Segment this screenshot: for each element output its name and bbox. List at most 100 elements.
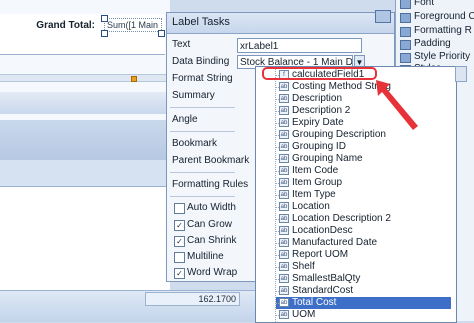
bookmark-link[interactable]: Bookmark — [172, 138, 217, 149]
field-list-item[interactable]: ab Item Group — [275, 177, 451, 189]
field-name: Item Group — [292, 177, 343, 188]
field-name: Total Cost — [292, 297, 337, 308]
field-name: Grouping ID — [292, 141, 346, 152]
sum-label-control[interactable]: Sum([1 Main D — [104, 18, 162, 32]
field-list-item[interactable]: ab Grouping ID — [275, 141, 451, 153]
field-list-item[interactable]: ab SmallestBalQty — [275, 273, 451, 285]
field-list-item[interactable]: ab LocationDesc — [275, 225, 451, 237]
property-label: Formatting R — [414, 25, 472, 36]
formatting-rules-link[interactable]: Formatting Rules — [172, 179, 248, 190]
band-area[interactable] — [0, 120, 170, 160]
format-string-link[interactable]: Format String — [172, 73, 233, 84]
text-label: Text — [172, 39, 191, 50]
text-field-icon: ab — [279, 142, 289, 151]
summary-link[interactable]: Summary — [172, 90, 215, 101]
divider — [170, 196, 235, 197]
field-list-item[interactable]: ab Description — [275, 93, 451, 105]
band-detail[interactable] — [0, 186, 170, 291]
field-list-item[interactable]: ab Grouping Description — [275, 129, 451, 141]
text-input[interactable]: xrLabel1 — [237, 38, 362, 53]
field-name: SmallestBalQty — [292, 273, 361, 284]
text-field-icon: ab — [279, 190, 289, 199]
field-list-item[interactable]: ab UOM — [275, 309, 451, 321]
field-list-item[interactable]: ab Location Description 2 — [275, 213, 451, 225]
field-name: Description — [292, 93, 343, 104]
angle-link[interactable]: Angle — [172, 114, 198, 125]
band-area[interactable] — [0, 160, 170, 186]
word-wrap-checkbox[interactable]: ✓ — [174, 268, 185, 279]
field-name: Description 2 — [292, 105, 351, 116]
text-field-icon: ab — [279, 250, 289, 259]
parent-bookmark-link[interactable]: Parent Bookmark — [172, 155, 249, 166]
text-field-icon: ab — [279, 226, 289, 235]
property-label: Padding — [414, 38, 451, 49]
property-icon — [400, 13, 411, 23]
status-position-value: 162.1700 — [145, 292, 240, 306]
label-tasks-title: Label Tasks — [172, 16, 230, 28]
text-field-icon: ab — [279, 286, 289, 295]
field-list-item[interactable]: ab Location — [275, 201, 451, 213]
band-divider — [0, 74, 170, 82]
field-list-item[interactable]: ab Description 2 — [275, 105, 451, 117]
field-name: Item Code — [292, 165, 339, 176]
property-row[interactable]: Formatting R — [396, 24, 474, 38]
data-binding-label: Data Binding — [172, 56, 230, 67]
divider — [170, 131, 235, 132]
field-name: Shelf — [292, 261, 315, 272]
field-name: LocationDesc — [292, 225, 353, 236]
field-list-item[interactable]: ab Shelf — [275, 261, 451, 273]
scroll-up-button[interactable] — [455, 66, 467, 82]
auto-width-checkbox[interactable] — [174, 203, 185, 214]
text-field-icon: ab — [279, 310, 289, 319]
field-list-item[interactable]: ab Item Type — [275, 189, 451, 201]
property-icon — [400, 27, 411, 37]
field-name: Grouping Name — [292, 153, 363, 164]
field-name: Location Description 2 — [292, 213, 391, 224]
text-field-icon: ab — [279, 154, 289, 163]
text-field-icon: ab — [279, 166, 289, 175]
field-list-item[interactable]: ab Item Code — [275, 165, 451, 177]
label-tasks-header: Label Tasks — [167, 13, 394, 34]
property-icon — [400, 0, 411, 9]
can-shrink-checkbox[interactable]: ✓ — [174, 236, 185, 247]
band-header[interactable] — [0, 92, 170, 114]
property-row[interactable]: Foreground C — [396, 10, 474, 24]
divider — [170, 107, 235, 108]
field-name: Manufactured Date — [292, 237, 378, 248]
text-field-icon: ab — [279, 238, 289, 247]
highlight-annotation — [262, 67, 377, 80]
can-grow-checkbox[interactable]: ✓ — [174, 220, 185, 231]
smart-tag-icon[interactable] — [375, 10, 391, 23]
text-field-icon: ab — [279, 82, 289, 91]
resize-handle[interactable] — [101, 30, 108, 37]
grand-total-row: Grand Total: Sum([1 Main D — [0, 18, 165, 34]
field-list-item[interactable]: ab Manufactured Date — [275, 237, 451, 249]
field-list-item[interactable]: ab Total Cost — [275, 297, 451, 309]
property-row[interactable]: Font — [396, 0, 474, 10]
field-list-item[interactable]: ab Report UOM — [275, 249, 451, 261]
text-field-icon: ab — [279, 94, 289, 103]
resize-handle[interactable] — [101, 15, 108, 22]
anchor-marker-icon — [131, 76, 137, 82]
field-name: StandardCost — [292, 285, 354, 296]
text-field-icon: ab — [279, 106, 289, 115]
grand-total-label[interactable]: Grand Total: — [36, 20, 95, 31]
text-field-icon: ab — [279, 274, 289, 283]
auto-width-label: Auto Width — [187, 202, 236, 213]
multiline-checkbox[interactable] — [174, 252, 185, 263]
text-field-icon: ab — [279, 178, 289, 187]
field-name: Expiry Date — [292, 117, 344, 128]
field-list-item[interactable]: ab StandardCost — [275, 285, 451, 297]
field-list-item[interactable]: ab Costing Method String — [275, 81, 451, 93]
property-label: Foreground C — [414, 11, 474, 22]
field-list-item[interactable]: ab Expiry Date — [275, 117, 451, 129]
field-list-item[interactable]: ab Grouping Name — [275, 153, 451, 165]
field-name: Location — [292, 201, 330, 212]
property-row[interactable]: Padding — [396, 37, 474, 51]
field-list-dropdown[interactable]: f calculatedField1 ab Costing Method String… — [255, 66, 457, 323]
text-field-icon: ab — [279, 262, 289, 271]
resize-handle[interactable] — [158, 30, 165, 37]
text-field-icon: ab — [279, 118, 289, 127]
text-field-icon: ab — [279, 298, 289, 307]
word-wrap-label: Word Wrap — [187, 267, 238, 278]
